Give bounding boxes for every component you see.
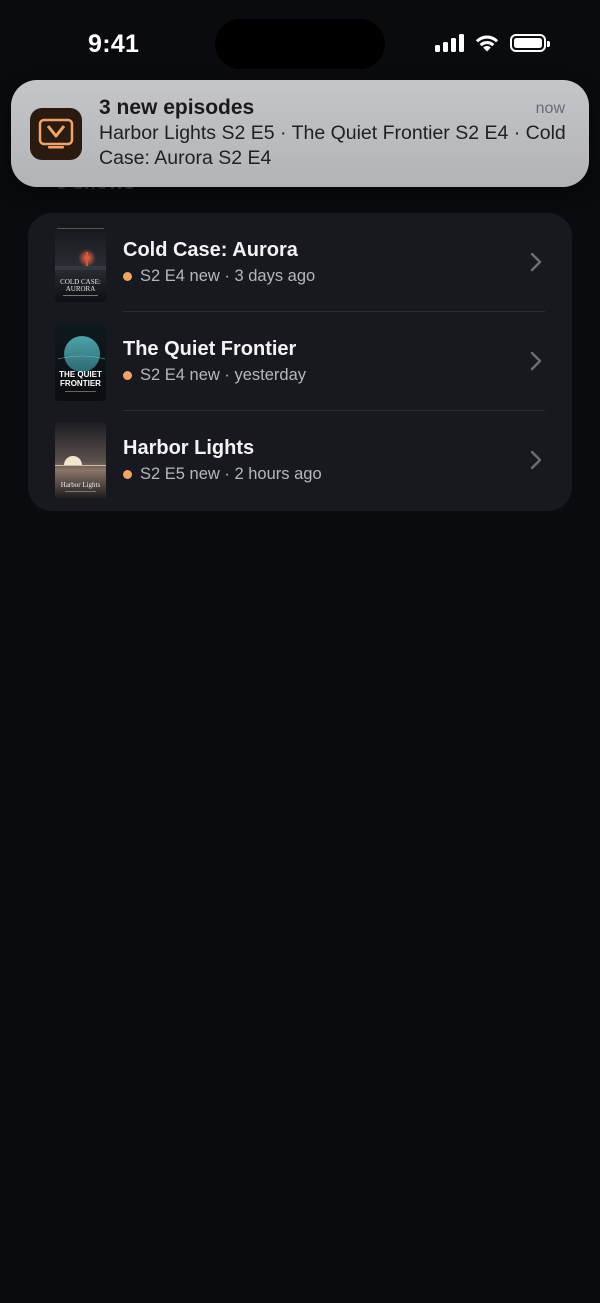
show-row-the-quiet-frontier[interactable]: THE QUIET FRONTIER The Quiet Frontier S2…	[28, 312, 572, 411]
dynamic-island	[215, 19, 385, 69]
episode-badge: S2 E4 new	[140, 366, 220, 384]
status-bar: 9:41	[0, 0, 600, 90]
svg-text:Harbor Lights: Harbor Lights	[61, 481, 101, 489]
cellular-signal-icon	[435, 33, 464, 52]
svg-text:FRONTIER: FRONTIER	[60, 379, 101, 388]
show-subtitle: S2 E5 new · 2 hours ago	[123, 465, 322, 484]
new-episode-dot	[123, 470, 132, 479]
wifi-icon	[475, 35, 499, 52]
episode-badge: S2 E4 new	[140, 267, 220, 285]
chevron-right-icon	[526, 349, 546, 373]
new-episode-dot	[123, 371, 132, 380]
battery-icon	[510, 33, 550, 52]
show-row-cold-case-aurora[interactable]: COLD CASE: AURORA Cold Case: Aurora S2 E…	[28, 213, 572, 312]
new-episode-dot	[123, 272, 132, 281]
show-row-harbor-lights[interactable]: Harbor Lights Harbor Lights S2 E5 new · …	[28, 411, 572, 510]
show-title: Cold Case: Aurora	[123, 239, 298, 261]
shows-list: COLD CASE: AURORA Cold Case: Aurora S2 E…	[28, 213, 572, 511]
episode-time: 2 hours ago	[234, 465, 322, 483]
chevron-right-icon	[526, 250, 546, 274]
svg-text:THE QUIET: THE QUIET	[59, 370, 102, 379]
status-icons	[435, 33, 550, 52]
episode-time: yesterday	[234, 366, 307, 384]
poster-cold-case-aurora: COLD CASE: AURORA	[55, 224, 106, 302]
tv-play-icon	[30, 108, 82, 160]
show-title: The Quiet Frontier	[123, 338, 297, 360]
show-subtitle: S2 E4 new · 3 days ago	[123, 267, 315, 286]
poster-harbor-lights: Harbor Lights	[55, 422, 106, 500]
notification-time: now	[535, 100, 565, 117]
show-subtitle: S2 E4 new · yesterday	[123, 366, 306, 385]
episode-badge: S2 E5 new	[140, 465, 220, 483]
notification-title: 3 new episodes	[99, 96, 255, 119]
status-time: 9:41	[88, 30, 140, 58]
notification-body: Harbor Lights S2 E5 · The Quiet Frontier…	[99, 122, 566, 169]
poster-the-quiet-frontier: THE QUIET FRONTIER	[55, 323, 106, 401]
notification-banner[interactable]: 3 new episodes now Harbor Lights S2 E5 ·…	[11, 80, 589, 187]
chevron-right-icon	[526, 448, 546, 472]
episode-time: 3 days ago	[234, 267, 316, 285]
svg-text:AURORA: AURORA	[66, 285, 96, 293]
show-title: Harbor Lights	[123, 437, 255, 459]
